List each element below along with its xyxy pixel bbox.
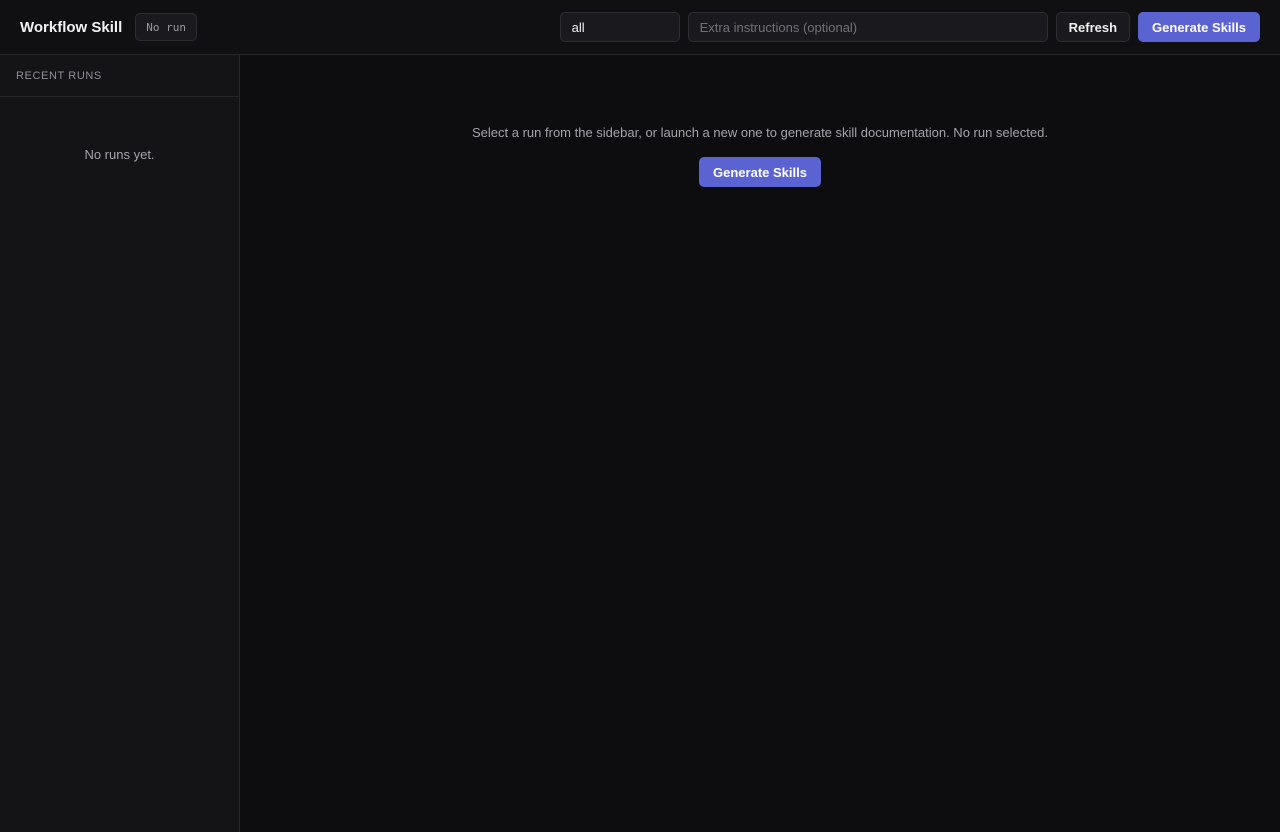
run-status-badge: No run [135, 13, 197, 41]
extra-instructions-input[interactable] [687, 12, 1048, 42]
runs-empty-text: No runs yet. [84, 147, 155, 162]
refresh-button[interactable]: Refresh [1055, 12, 1131, 42]
sidebar-heading: RECENT RUNS [0, 55, 239, 97]
generate-skills-button[interactable]: Generate Skills [1138, 12, 1260, 42]
scope-select[interactable]: all [559, 12, 680, 42]
empty-state-generate-button[interactable]: Generate Skills [699, 157, 821, 187]
main-panel: Select a run from the sidebar, or launch… [240, 55, 1280, 832]
sidebar: RECENT RUNS No runs yet. [0, 55, 240, 832]
empty-state-message: Select a run from the sidebar, or launch… [472, 125, 1048, 140]
app-title: Workflow Skill [20, 18, 123, 36]
empty-state: Select a run from the sidebar, or launch… [240, 125, 1280, 187]
top-bar: Workflow Skill No run all Refresh Genera… [0, 0, 1280, 55]
